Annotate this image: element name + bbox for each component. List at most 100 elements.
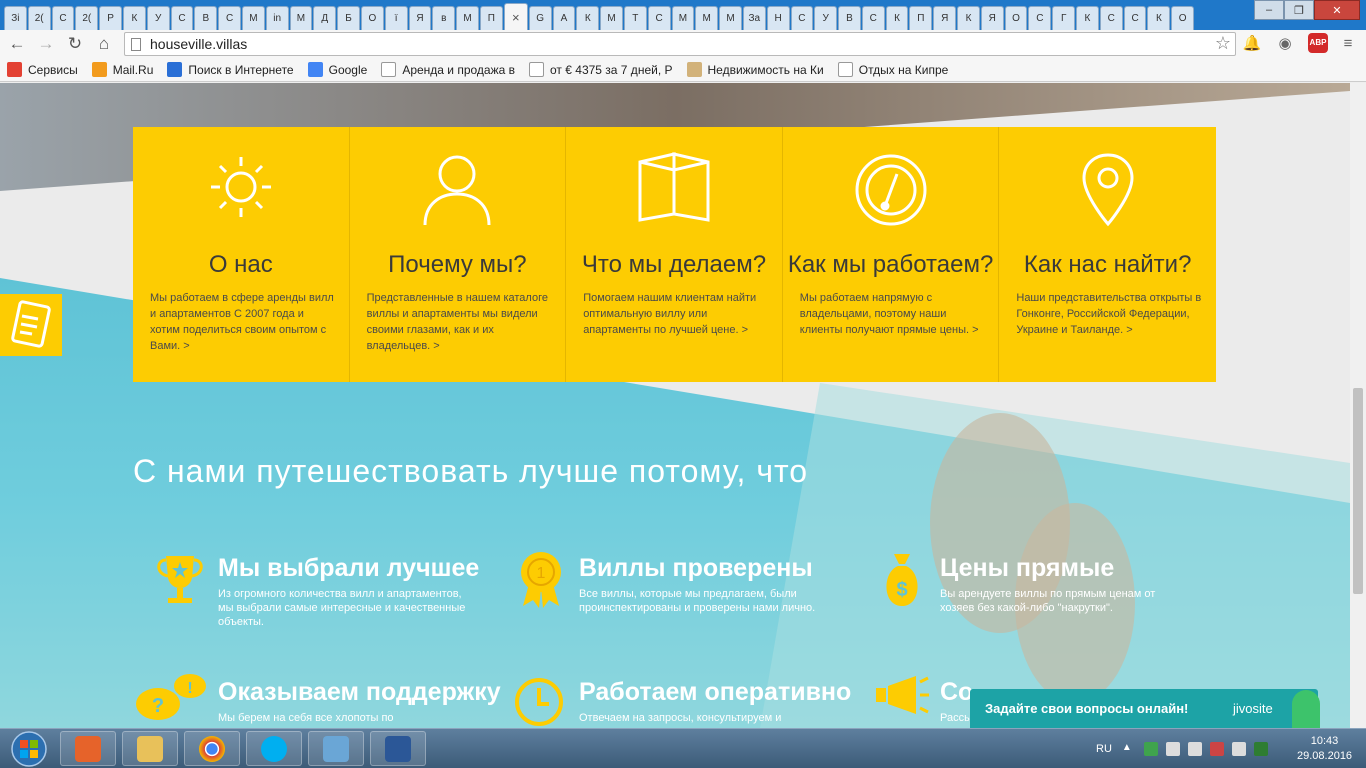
- taskbar-explorer[interactable]: [122, 731, 178, 766]
- browser-tab[interactable]: К: [957, 6, 980, 30]
- browser-tab[interactable]: О: [1171, 6, 1195, 30]
- taskbar-skype[interactable]: [246, 731, 302, 766]
- scrollbar-thumb[interactable]: [1353, 388, 1363, 594]
- browser-tab[interactable]: С: [51, 6, 75, 30]
- bookmark-star-icon[interactable]: ☆: [1215, 33, 1231, 54]
- browser-tab[interactable]: in: [265, 6, 289, 30]
- browser-tab[interactable]: Я: [408, 6, 432, 30]
- browser-tab[interactable]: М: [600, 6, 623, 30]
- bookmark-item[interactable]: Поиск в Интернете: [167, 62, 294, 77]
- card-how-we-work[interactable]: Как мы работаем? Мы работаем напрямую с …: [782, 127, 1000, 382]
- active-tab[interactable]: ×: [503, 3, 528, 30]
- address-bar[interactable]: houseville.villas ☆: [124, 32, 1236, 56]
- bookmark-item[interactable]: Сервисы: [7, 62, 78, 77]
- bookmark-item[interactable]: Отдых на Кипре: [837, 62, 948, 77]
- extension-icon[interactable]: ◉: [1274, 33, 1296, 55]
- browser-tab[interactable]: К: [1076, 6, 1099, 30]
- browser-tab[interactable]: Р: [99, 6, 122, 30]
- browser-tab[interactable]: Д: [313, 6, 337, 30]
- browser-tab[interactable]: О: [1004, 6, 1028, 30]
- browser-tab[interactable]: П: [479, 6, 503, 30]
- browser-tab[interactable]: С: [1028, 6, 1052, 30]
- system-clock[interactable]: 10:43 29.08.2016: [1297, 734, 1352, 764]
- tray-app-icon[interactable]: [1143, 742, 1158, 756]
- card-what-we-do[interactable]: Что мы делаем? Помогаем нашим клиентам н…: [566, 127, 783, 382]
- browser-tab[interactable]: М: [695, 6, 719, 30]
- browser-tab[interactable]: Зі: [4, 6, 27, 30]
- bookmark-item[interactable]: Mail.Ru: [91, 62, 153, 77]
- bookmark-label: от € 4375 за 7 дней, Р: [550, 62, 673, 77]
- chat-bubble-icon[interactable]: [1292, 690, 1320, 728]
- browser-tab[interactable]: в: [432, 6, 456, 30]
- browser-tab[interactable]: С: [861, 6, 885, 30]
- browser-tab[interactable]: К: [122, 6, 146, 30]
- adblock-icon[interactable]: ABP: [1308, 33, 1328, 53]
- browser-tab[interactable]: В: [838, 6, 861, 30]
- browser-tab[interactable]: О: [360, 6, 384, 30]
- close-window-button[interactable]: ✕: [1314, 0, 1360, 20]
- browser-tab[interactable]: С: [170, 6, 194, 30]
- browser-tab[interactable]: Т: [623, 6, 647, 30]
- browser-tab[interactable]: За: [742, 6, 766, 30]
- browser-tab[interactable]: Я: [933, 6, 957, 30]
- menu-icon[interactable]: ≡: [1337, 33, 1359, 55]
- feature-title: Виллы проверены: [579, 554, 813, 582]
- browser-tab[interactable]: 2(: [27, 6, 51, 30]
- browser-tab[interactable]: С: [1099, 6, 1123, 30]
- bookmark-item[interactable]: Аренда и продажа в: [381, 62, 515, 77]
- tray-device-icon[interactable]: [1165, 742, 1180, 756]
- language-indicator[interactable]: RU: [1096, 743, 1112, 755]
- minimize-button[interactable]: –: [1254, 0, 1284, 20]
- browser-tab[interactable]: G: [528, 6, 552, 30]
- browser-tab[interactable]: М: [241, 6, 265, 30]
- browser-tab[interactable]: С: [790, 6, 814, 30]
- back-button[interactable]: ←: [6, 34, 28, 54]
- browser-tab[interactable]: Я: [980, 6, 1004, 30]
- browser-tab[interactable]: ï: [384, 6, 408, 30]
- network-icon[interactable]: [1209, 742, 1224, 756]
- taskbar-photos[interactable]: [308, 731, 364, 766]
- card-why-us[interactable]: Почему мы? Представленные в нашем катало…: [349, 127, 567, 382]
- tray-flag-icon[interactable]: [1187, 742, 1202, 756]
- browser-tab[interactable]: В: [194, 6, 218, 30]
- taskbar-chrome[interactable]: [184, 731, 240, 766]
- card-about[interactable]: О нас Мы работаем в сфере аренды вилл и …: [133, 127, 350, 382]
- side-document-tab[interactable]: [0, 294, 62, 356]
- browser-tab[interactable]: А: [552, 6, 576, 30]
- browser-tab[interactable]: У: [146, 6, 170, 30]
- browser-tab[interactable]: С: [1123, 6, 1147, 30]
- taskbar-word[interactable]: [370, 731, 426, 766]
- taskbar-media-player[interactable]: [60, 731, 116, 766]
- browser-tab[interactable]: Н: [766, 6, 790, 30]
- bookmark-item[interactable]: от € 4375 за 7 дней, Р: [529, 62, 673, 77]
- browser-tab[interactable]: К: [576, 6, 600, 30]
- browser-tab[interactable]: Г: [1052, 6, 1076, 30]
- browser-tab[interactable]: 2(: [75, 6, 99, 30]
- chat-widget[interactable]: Задайте свои вопросы онлайн! jivosite: [970, 689, 1318, 728]
- tray-shield-icon[interactable]: [1253, 742, 1268, 756]
- browser-tab[interactable]: П: [909, 6, 933, 30]
- browser-tab[interactable]: М: [671, 6, 695, 30]
- browser-tab[interactable]: Б: [337, 6, 360, 30]
- start-button[interactable]: [4, 730, 54, 768]
- browser-tab[interactable]: С: [218, 6, 241, 30]
- bell-icon[interactable]: 🔔: [1241, 33, 1263, 55]
- page-scrollbar[interactable]: [1350, 83, 1366, 728]
- browser-tab[interactable]: М: [289, 6, 313, 30]
- home-button[interactable]: ⌂: [93, 34, 115, 54]
- forward-button[interactable]: →: [35, 34, 57, 54]
- browser-tab[interactable]: М: [456, 6, 479, 30]
- browser-tab[interactable]: У: [814, 6, 838, 30]
- maximize-button[interactable]: ❐: [1284, 0, 1314, 20]
- feature-text: Вы арендуете виллы по прямым ценам от хо…: [940, 588, 1156, 614]
- tray-up-arrow-icon[interactable]: ▲: [1122, 742, 1136, 756]
- volume-icon[interactable]: [1231, 742, 1246, 756]
- browser-tab[interactable]: К: [885, 6, 909, 30]
- card-find-us[interactable]: Как нас найти? Наши представительства от…: [999, 127, 1216, 382]
- bookmark-item[interactable]: Google: [307, 62, 367, 77]
- reload-button[interactable]: ↻: [64, 34, 86, 54]
- browser-tab[interactable]: М: [719, 6, 742, 30]
- browser-tab[interactable]: С: [647, 6, 671, 30]
- bookmark-item[interactable]: Недвижимость на Ки: [686, 62, 824, 77]
- browser-tab[interactable]: К: [1147, 6, 1171, 30]
